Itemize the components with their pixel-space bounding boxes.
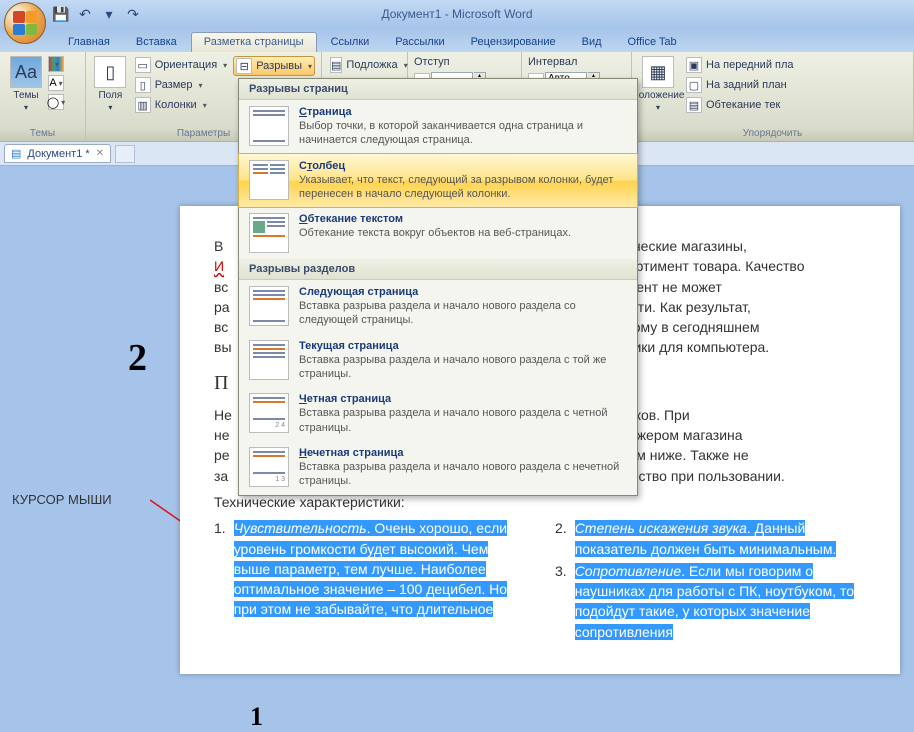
qat-undo[interactable]: ↶ xyxy=(76,5,94,23)
ribbon-tabs: Главная Вставка Разметка страницы Ссылки… xyxy=(0,28,914,52)
office-button[interactable] xyxy=(4,2,46,44)
cursor-label-annotation: КУРСОР МЫШИ xyxy=(12,492,112,507)
text-wrap-button[interactable]: ▤Обтекание тек xyxy=(684,96,796,114)
textwrap-break-icon xyxy=(249,213,289,253)
indent-label: Отступ xyxy=(414,54,515,70)
doc-icon: ▤ xyxy=(11,147,21,160)
handwritten-annotation-1: 1 xyxy=(250,702,263,732)
qat-save[interactable]: 💾 xyxy=(52,5,70,23)
position-button[interactable]: ▦ Положение▾ xyxy=(638,54,678,114)
break-oddpage-item[interactable]: 1 3 Нечетная страницаВставка разрыва раз… xyxy=(239,441,637,495)
document-tab[interactable]: ▤ Документ1 * ✕ xyxy=(4,144,111,163)
send-back-icon: ▢ xyxy=(686,77,702,93)
position-icon: ▦ xyxy=(642,56,674,88)
tab-officetab[interactable]: Office Tab xyxy=(616,33,689,52)
size-icon: ▯ xyxy=(135,77,151,93)
themes-icon: Aa xyxy=(10,56,42,88)
tab-mailings[interactable]: Рассылки xyxy=(383,33,456,52)
tab-review[interactable]: Рецензирование xyxy=(459,33,568,52)
break-nextpage-item[interactable]: Следующая страницаВставка разрыва раздел… xyxy=(239,280,637,334)
tab-view[interactable]: Вид xyxy=(570,33,614,52)
group-label-themes: Темы xyxy=(0,128,85,139)
list-item: 1. Чувствительность. Очень хорошо, если … xyxy=(214,518,525,619)
bring-front-icon: ▣ xyxy=(686,57,702,73)
columns-icon: ▥ xyxy=(135,97,151,113)
orientation-button[interactable]: ▭Ориентация xyxy=(133,56,229,74)
group-label-arrange: Упорядочить xyxy=(632,128,913,139)
section-breaks-header: Разрывы разделов xyxy=(239,259,637,280)
list-item: 2. Степень искажения звука. Данный показ… xyxy=(555,518,866,559)
document-tab-label: Документ1 * xyxy=(27,148,89,160)
send-back-button[interactable]: ▢На задний план xyxy=(684,76,796,94)
window-title: Документ1 - Microsoft Word xyxy=(381,7,532,21)
text-wrap-icon: ▤ xyxy=(686,97,702,113)
columns-button[interactable]: ▥Колонки xyxy=(133,96,229,114)
break-continuous-item[interactable]: Текущая страницаВставка разрыва раздела … xyxy=(239,334,637,388)
nextpage-break-icon xyxy=(249,286,289,326)
breaks-icon: ⊟ xyxy=(236,58,252,74)
break-evenpage-item[interactable]: 2 4 Четная страницаВставка разрыва разде… xyxy=(239,387,637,441)
theme-fonts-icon[interactable]: A xyxy=(48,75,64,91)
orientation-icon: ▭ xyxy=(135,57,151,73)
breaks-button[interactable]: ⊟Разрывы xyxy=(233,56,315,76)
watermark-button[interactable]: ▤Подложка xyxy=(328,56,401,74)
tab-insert[interactable]: Вставка xyxy=(124,33,189,52)
close-tab-icon[interactable]: ✕ xyxy=(96,148,104,159)
margins-button[interactable]: ▯ Поля▾ xyxy=(92,54,129,114)
page-break-icon xyxy=(249,106,289,146)
page-breaks-header: Разрывы страниц xyxy=(239,79,637,100)
chevron-down-icon[interactable]: ▾ xyxy=(100,5,118,23)
spacing-label: Интервал xyxy=(528,54,625,70)
break-page-item[interactable]: ССтраницатраницаВыбор точки, в которой з… xyxy=(239,100,637,154)
theme-effects-icon[interactable]: ◯ xyxy=(48,94,64,110)
column-break-icon xyxy=(249,160,289,200)
breaks-dropdown-panel: Разрывы страниц ССтраницатраницаВыбор то… xyxy=(238,78,638,496)
margins-icon: ▯ xyxy=(94,56,126,88)
break-column-item[interactable]: СтолбецУказывает, что текст, следующий з… xyxy=(238,153,638,209)
add-tab-button[interactable] xyxy=(115,145,135,163)
watermark-icon: ▤ xyxy=(330,57,342,73)
continuous-break-icon xyxy=(249,340,289,380)
themes-button[interactable]: Aa Темы ▾ xyxy=(6,54,46,114)
tab-home[interactable]: Главная xyxy=(56,33,122,52)
handwritten-annotation-2: 2 xyxy=(128,336,147,380)
tab-references[interactable]: Ссылки xyxy=(319,33,382,52)
size-button[interactable]: ▯Размер xyxy=(133,76,229,94)
list-item: 3. Сопротивление. Если мы говорим о науш… xyxy=(555,561,866,642)
break-textwrap-item[interactable]: Обтекание текстомОбтекание текста вокруг… xyxy=(239,207,637,259)
bring-front-button[interactable]: ▣На передний пла xyxy=(684,56,796,74)
qat-redo[interactable]: ↷ xyxy=(124,5,142,23)
tab-pagelayout[interactable]: Разметка страницы xyxy=(191,32,317,52)
oddpage-break-icon: 1 3 xyxy=(249,447,289,487)
evenpage-break-icon: 2 4 xyxy=(249,393,289,433)
theme-colors-icon[interactable] xyxy=(48,56,64,72)
